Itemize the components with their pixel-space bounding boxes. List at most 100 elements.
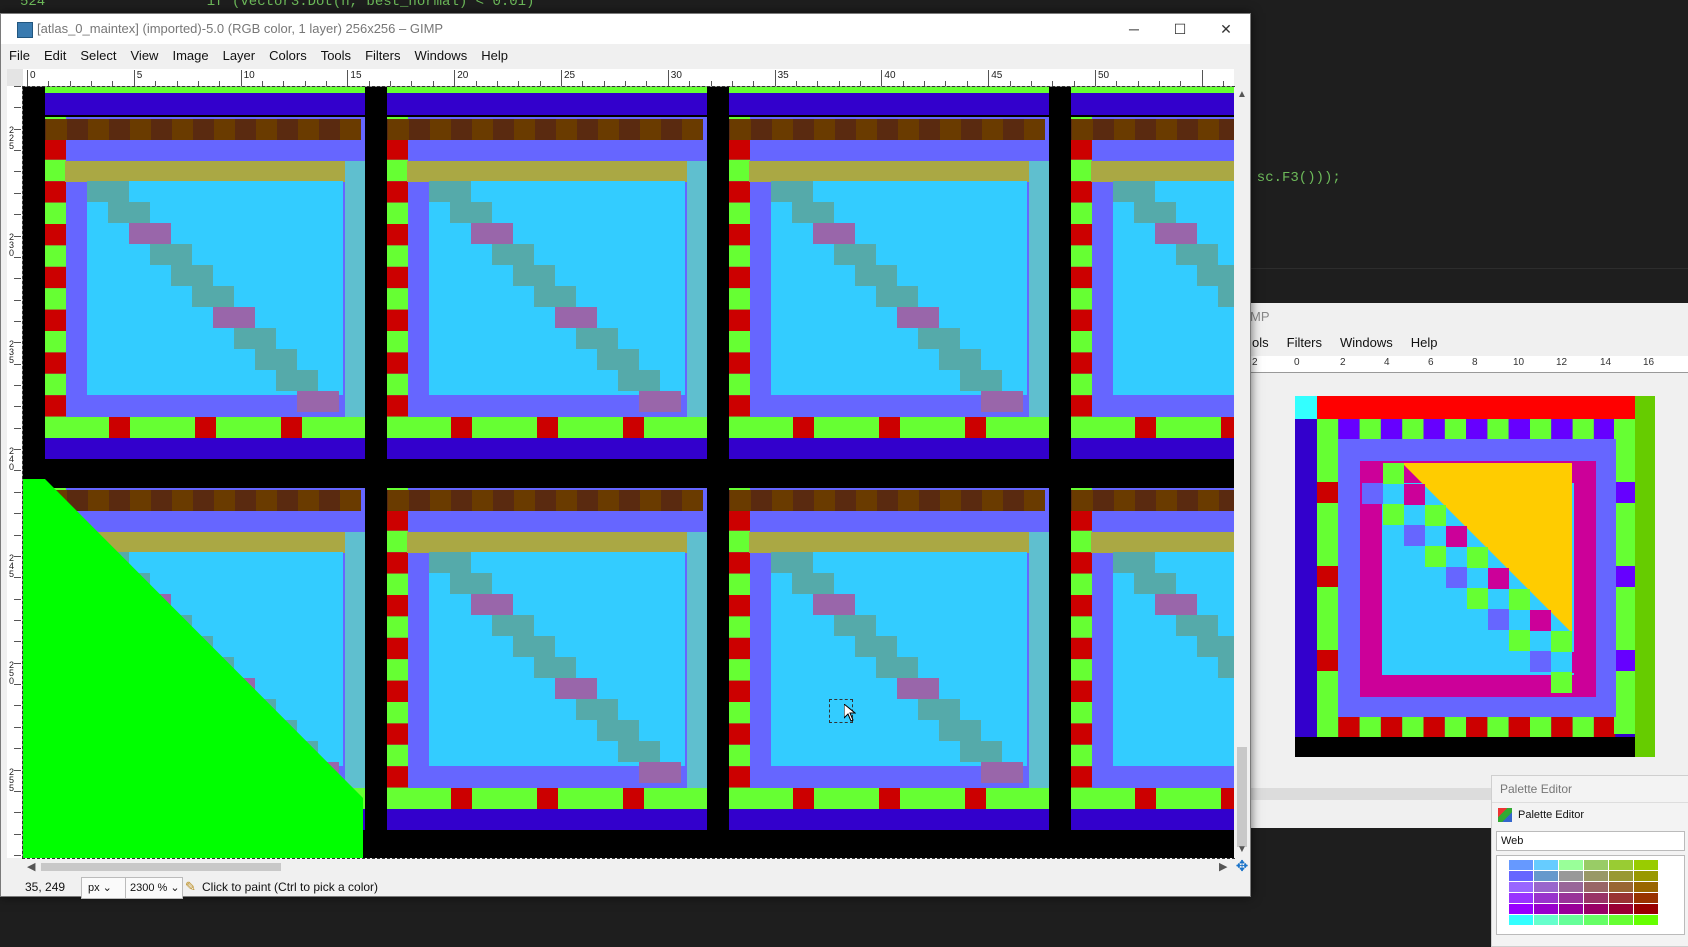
palette-swatch[interactable]: [1609, 904, 1633, 914]
menu-windows[interactable]: Windows: [406, 44, 473, 68]
palette-swatch[interactable]: [1534, 915, 1558, 925]
menu-help[interactable]: Help: [473, 44, 514, 68]
scroll-up-icon[interactable]: ▲: [1237, 89, 1247, 100]
palette-swatch[interactable]: [1609, 882, 1633, 892]
palette-swatch[interactable]: [1634, 904, 1658, 914]
palette-swatch[interactable]: [1634, 871, 1658, 881]
palette-swatch[interactable]: [1509, 915, 1533, 925]
horizontal-scrollbar[interactable]: ◀ ▶: [23, 859, 1234, 875]
palette-swatch[interactable]: [1584, 860, 1608, 870]
tile-checker: [387, 552, 408, 574]
tile-dark-row: [388, 119, 409, 140]
tile-checker: [45, 181, 66, 203]
palette-swatch[interactable]: [1584, 893, 1608, 903]
palette-swatch[interactable]: [1584, 915, 1608, 925]
vertical-ruler[interactable]: 225 230 235 240 245 250 255: [7, 86, 23, 858]
palette-swatch[interactable]: [1509, 860, 1533, 870]
palette-swatch[interactable]: [1634, 860, 1658, 870]
horizontal-ruler[interactable]: 0 5 10 15 20 25 30 35 40 45 50: [23, 69, 1234, 87]
palette-swatch[interactable]: [1634, 915, 1658, 925]
palette-swatch[interactable]: [1634, 882, 1658, 892]
secondary-gimp-window[interactable]: MP ols Filters Windows Help 2 0 2 4 6 8 …: [1249, 303, 1688, 828]
tile-checker: [1071, 595, 1092, 617]
menu-view[interactable]: View: [123, 44, 165, 68]
image-canvas[interactable]: [22, 86, 1235, 859]
ruler-tick: [988, 70, 990, 86]
palette-swatch[interactable]: [1509, 882, 1533, 892]
scroll-down-icon[interactable]: ▼: [1237, 844, 1247, 855]
preview-checker: [1614, 587, 1635, 608]
palette-name-field[interactable]: Web: [1496, 831, 1685, 851]
palette-swatch[interactable]: [1559, 871, 1583, 881]
palette-swatch[interactable]: [1584, 904, 1608, 914]
ruler-label: 10: [1513, 357, 1525, 368]
maximize-button[interactable]: ☐: [1157, 14, 1203, 44]
ruler-tick: [1030, 81, 1032, 86]
menu-filters[interactable]: Filters: [357, 44, 406, 68]
palette-swatch-grid[interactable]: [1496, 855, 1685, 935]
tile-dark-row: [1093, 490, 1114, 511]
palette-swatch[interactable]: [1534, 882, 1558, 892]
palette-swatch[interactable]: [1609, 893, 1633, 903]
tile-checker: [729, 723, 750, 745]
ruler-corner-button[interactable]: [7, 69, 23, 86]
menu-edit[interactable]: Edit: [36, 44, 72, 68]
preview-checker: [1317, 713, 1338, 734]
palette-swatch[interactable]: [1534, 893, 1558, 903]
menu-file[interactable]: File: [1, 44, 36, 68]
palette-swatch[interactable]: [1584, 882, 1608, 892]
tile-dark-row: [877, 490, 898, 511]
menu-filters[interactable]: Filters: [1285, 332, 1324, 354]
ruler-tick: [14, 790, 21, 792]
menu-image[interactable]: Image: [164, 44, 214, 68]
tab-palette-editor[interactable]: Palette Editor: [1492, 802, 1688, 827]
texture-tile: [1051, 488, 1234, 830]
palette-swatch[interactable]: [1559, 860, 1583, 870]
ruler-tick: [1116, 81, 1118, 86]
close-button[interactable]: ✕: [1203, 14, 1249, 44]
minimize-button[interactable]: ─: [1111, 14, 1157, 44]
palette-swatch[interactable]: [1609, 871, 1633, 881]
tile-dark-row: [451, 490, 472, 511]
tile-border-red: [965, 417, 986, 438]
palette-swatch[interactable]: [1509, 904, 1533, 914]
palette-swatch[interactable]: [1534, 871, 1558, 881]
menu-colors[interactable]: Colors: [261, 44, 313, 68]
menu-tools[interactable]: Tools: [313, 44, 357, 68]
tile-diagonal: [534, 657, 576, 678]
menu-select[interactable]: Select: [72, 44, 122, 68]
unit-selector[interactable]: px ⌄: [81, 877, 129, 899]
vertical-scroll-thumb[interactable]: [1237, 747, 1247, 847]
menu-help[interactable]: Help: [1409, 332, 1440, 354]
ruler-tick: [69, 81, 71, 86]
palette-swatch[interactable]: [1534, 860, 1558, 870]
palette-swatch[interactable]: [1634, 893, 1658, 903]
tile-diagonal: [813, 594, 855, 615]
texture-preview-canvas[interactable]: [1292, 393, 1658, 761]
palette-swatch[interactable]: [1509, 871, 1533, 881]
scroll-right-icon[interactable]: ▶: [1219, 860, 1227, 873]
palette-swatch[interactable]: [1559, 915, 1583, 925]
palette-swatch[interactable]: [1534, 904, 1558, 914]
palette-swatch[interactable]: [1559, 904, 1583, 914]
preview-checker: [1614, 608, 1635, 629]
palette-swatch[interactable]: [1609, 915, 1633, 925]
palette-swatch[interactable]: [1584, 871, 1608, 881]
palette-swatch[interactable]: [1559, 893, 1583, 903]
preview-checker: [1530, 717, 1552, 737]
palette-swatch[interactable]: [1559, 882, 1583, 892]
scroll-left-icon[interactable]: ◀: [27, 860, 35, 873]
palette-swatch[interactable]: [1509, 893, 1533, 903]
code-line: if (Vector3.Dot(n, best_normal) < 0.01): [190, 0, 535, 10]
palette-swatch[interactable]: [1609, 860, 1633, 870]
ruler-tick: [475, 81, 477, 86]
tile-dark-row: [661, 119, 682, 140]
menu-windows[interactable]: Windows: [1338, 332, 1395, 354]
zoom-selector[interactable]: 2300 % ⌄: [125, 877, 183, 899]
tile-diagonal: [639, 391, 681, 412]
horizontal-scroll-thumb[interactable]: [41, 863, 281, 871]
menu-layer[interactable]: Layer: [215, 44, 262, 68]
navigate-icon[interactable]: ✥: [1234, 859, 1250, 875]
vertical-scrollbar[interactable]: ▲ ▼: [1234, 87, 1250, 858]
menu-tools[interactable]: ols: [1250, 332, 1271, 354]
